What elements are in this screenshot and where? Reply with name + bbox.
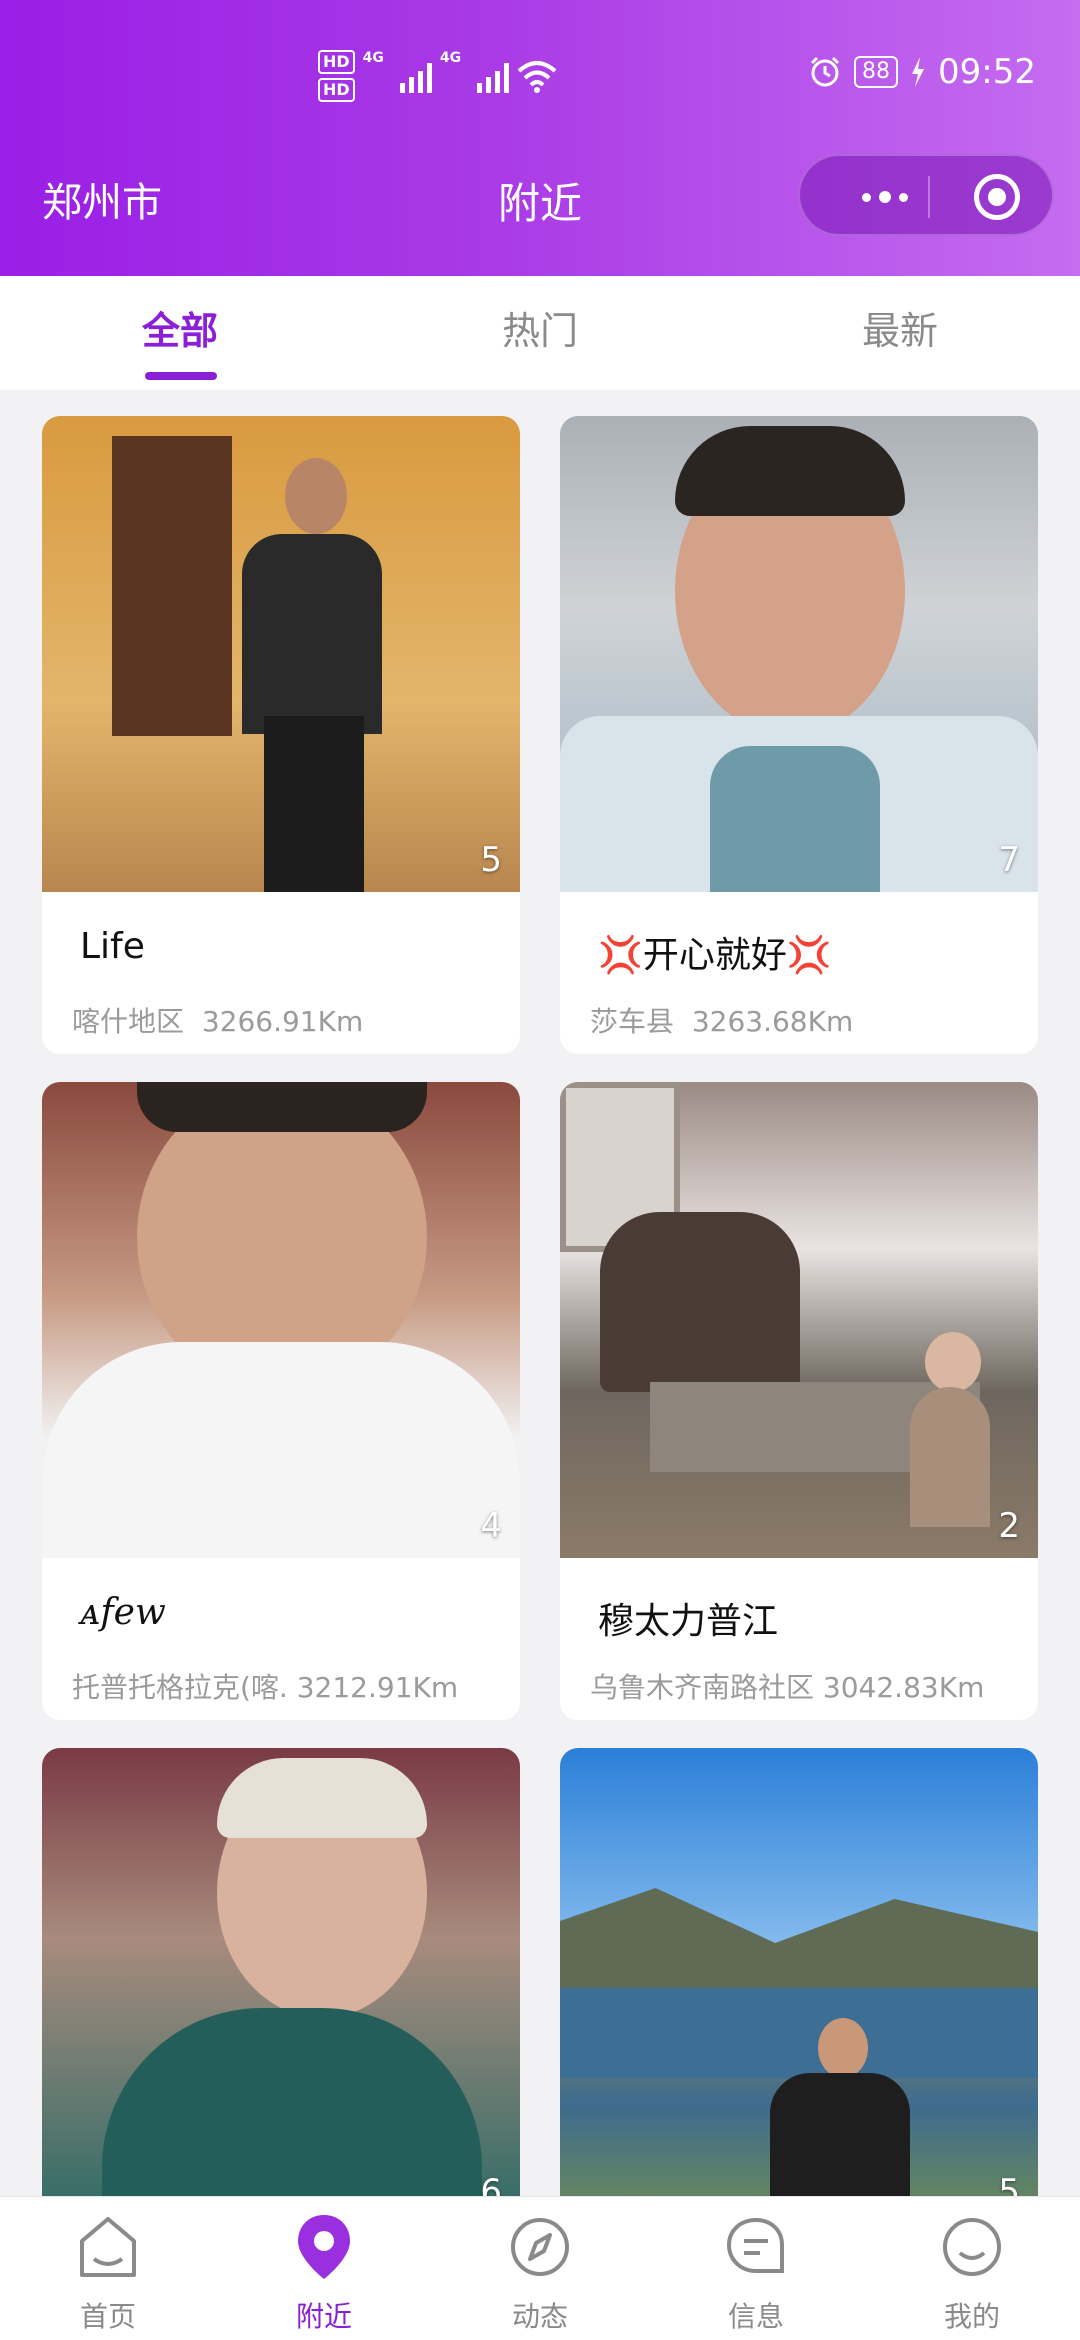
user-card[interactable]: 5 Life 喀什地区 3266.91Km — [42, 416, 520, 1054]
clock: 09:52 — [938, 52, 1036, 92]
compass-icon — [511, 2218, 569, 2276]
nav-label: 动态 — [511, 2300, 568, 2333]
nav-label: 附近 — [295, 2300, 352, 2333]
person-figure — [42, 1342, 520, 1558]
user-photo[interactable]: 5 — [42, 416, 520, 892]
person-figure — [217, 1758, 427, 1838]
user-name: Life — [80, 926, 145, 967]
user-location: 乌鲁木齐南路社区 3042.83Km — [590, 1666, 984, 1706]
tab-label: 热门 — [501, 309, 578, 353]
capsule-divider — [928, 176, 930, 218]
tab-label: 最新 — [861, 309, 938, 353]
tab-hot[interactable]: 热门 — [360, 276, 720, 390]
door — [112, 436, 232, 736]
hd-icons: HD HD — [318, 50, 355, 102]
person-figure — [675, 426, 905, 516]
person-figure — [925, 1332, 981, 1392]
distance-text: 3263.68Km — [691, 1005, 854, 1038]
status-bar: HD HD 4G 4G 88 09:52 — [0, 40, 1080, 120]
lake — [560, 1988, 1038, 2078]
network-type-1: 4G — [362, 50, 384, 66]
person-figure — [285, 458, 347, 534]
filter-tabs: 全部 热门 最新 — [0, 276, 1080, 390]
location-text: 托普托格拉克(喀. — [72, 1671, 288, 1704]
user-photo[interactable]: 7 — [560, 416, 1038, 892]
location-text: 乌鲁木齐南路社区 — [590, 1671, 815, 1704]
signal-bars-icon — [477, 59, 510, 93]
location-text: 莎车县 — [590, 1005, 675, 1038]
mountains — [560, 1888, 1038, 1998]
user-card[interactable]: 7 💢开心就好💢 莎车县 3263.68Km — [560, 416, 1038, 1054]
nav-nearby[interactable]: 附近 — [216, 2197, 432, 2340]
user-name: ᴀfew — [80, 1592, 166, 1633]
nav-label: 信息 — [727, 2300, 784, 2333]
message-icon — [726, 2217, 784, 2273]
person-figure — [818, 2018, 868, 2078]
user-name: 💢开心就好💢 — [598, 935, 832, 976]
active-tab-indicator — [145, 372, 217, 380]
signal-indicators: HD HD 4G 4G — [318, 50, 557, 102]
user-location: 喀什地区 3266.91Km — [72, 1000, 363, 1040]
tab-label: 全部 — [141, 309, 218, 353]
bottom-navigation: 首页 附近 动态 信息 我的 — [0, 2196, 1080, 2340]
person-figure — [102, 2008, 482, 2224]
user-photo[interactable]: 2 — [560, 1082, 1038, 1558]
status-right: 88 09:52 — [808, 52, 1036, 92]
distance-text: 3266.91Km — [201, 1005, 364, 1038]
tab-latest[interactable]: 最新 — [720, 276, 1080, 390]
person-figure — [264, 716, 364, 892]
nav-home[interactable]: 首页 — [0, 2197, 216, 2340]
person-figure — [137, 1082, 427, 1132]
user-photo[interactable]: 6 — [42, 1748, 520, 2224]
user-photo[interactable]: 5 — [560, 1748, 1038, 2224]
hd-badge-1: HD — [318, 50, 355, 74]
user-card[interactable]: 2 穆太力普江 乌鲁木齐南路社区 3042.83Km — [560, 1082, 1038, 1720]
user-location: 托普托格拉克(喀. 3212.91Km — [72, 1666, 458, 1706]
nav-label: 首页 — [79, 2300, 136, 2333]
user-name: 穆太力普江 — [598, 1601, 779, 1642]
hd-badge-2: HD — [318, 78, 355, 102]
photo-count: 5 — [480, 840, 502, 880]
nav-profile[interactable]: 我的 — [864, 2197, 1080, 2340]
more-options-icon[interactable] — [840, 156, 930, 238]
charging-icon — [912, 57, 925, 87]
person-figure — [242, 534, 382, 734]
rabbit-statue — [600, 1212, 800, 1392]
photo-count: 7 — [998, 840, 1020, 880]
alarm-icon — [810, 56, 840, 87]
tab-all[interactable]: 全部 — [0, 276, 360, 390]
location-text: 喀什地区 — [72, 1005, 185, 1038]
distance-text: 3042.83Km — [822, 1671, 985, 1704]
location-pin-icon — [298, 2215, 350, 2279]
photo-count: 4 — [480, 1506, 502, 1546]
user-photo[interactable]: 4 — [42, 1082, 520, 1558]
wifi-icon — [517, 61, 557, 93]
nav-moments[interactable]: 动态 — [432, 2197, 648, 2340]
smile-icon — [943, 2218, 1001, 2276]
photo-count: 2 — [998, 1506, 1020, 1546]
battery-level: 88 — [854, 56, 899, 88]
nav-label: 我的 — [943, 2300, 1000, 2333]
user-location: 莎车县 3263.68Km — [590, 1000, 853, 1040]
home-icon — [80, 2217, 136, 2277]
distance-text: 3212.91Km — [296, 1671, 459, 1704]
person-figure — [710, 746, 880, 892]
user-card[interactable]: 4 ᴀfew 托普托格拉克(喀. 3212.91Km — [42, 1082, 520, 1720]
person-figure — [910, 1387, 990, 1527]
close-target-icon[interactable] — [974, 174, 1020, 220]
nav-messages[interactable]: 信息 — [648, 2197, 864, 2340]
app-header: HD HD 4G 4G 88 09:52 郑州市 附近 — [0, 0, 1080, 276]
signal-bars-icon — [399, 59, 432, 93]
mini-program-capsule — [798, 154, 1054, 236]
network-type-2: 4G — [439, 50, 462, 66]
